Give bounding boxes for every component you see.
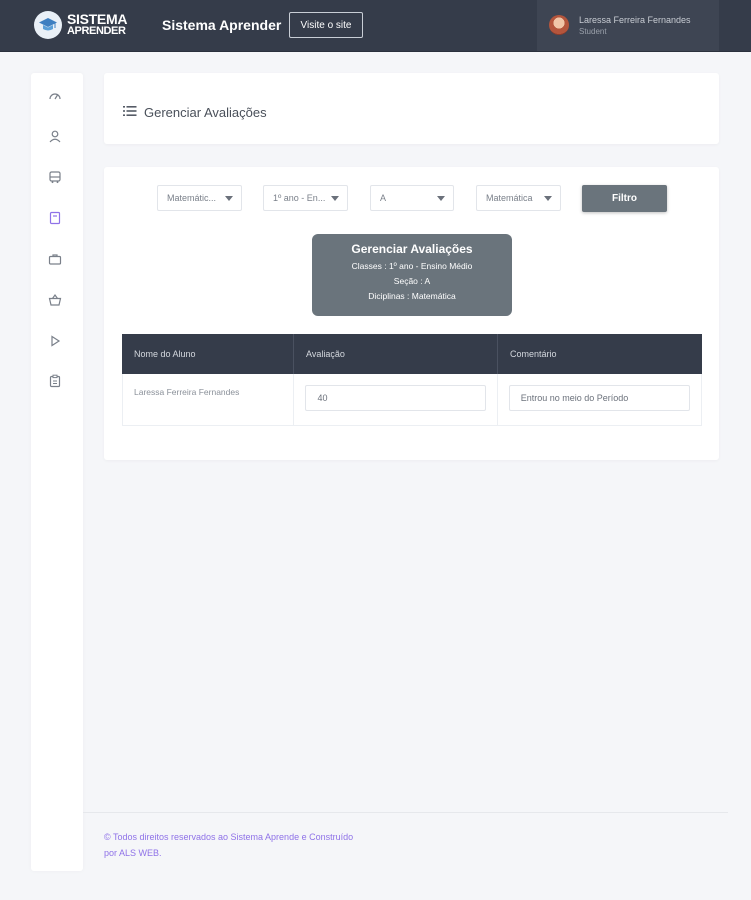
logo-text-line2: APRENDER	[67, 25, 126, 37]
column-header-student: Nome do Aluno	[134, 349, 196, 359]
clipboard-icon[interactable]	[48, 374, 62, 388]
play-icon[interactable]	[48, 334, 62, 348]
evaluations-card: Matemátic... 1º ano - En... A Matemática…	[104, 167, 719, 460]
chevron-down-icon	[544, 196, 552, 201]
logo-text-line1: SISTEMA	[67, 11, 128, 27]
user-name: Laressa Ferreira Fernandes	[579, 15, 691, 25]
graduation-cap-icon	[34, 11, 62, 39]
column-header-comment: Comentário	[497, 334, 702, 374]
briefcase-icon[interactable]	[48, 252, 62, 266]
info-box-section: Seção : A	[393, 276, 431, 286]
logo[interactable]: SISTEMA APRENDER	[34, 11, 127, 39]
info-box: Gerenciar Avaliações Classes : 1º ano - …	[312, 234, 512, 316]
bus-icon[interactable]	[48, 170, 62, 184]
subject-select[interactable]: Matemátic...	[157, 185, 242, 211]
evaluations-table: Nome do Aluno Avaliação Comentário Lares…	[122, 334, 702, 426]
column-header-grade: Avaliação	[293, 334, 497, 374]
subject-select-value: Matemátic...	[167, 193, 217, 203]
avatar	[549, 15, 569, 35]
chevron-down-icon	[331, 196, 339, 201]
book-icon[interactable]	[48, 211, 62, 225]
list-icon	[123, 104, 137, 116]
grade-input[interactable]: 40	[305, 385, 487, 411]
discipline-select[interactable]: Matemática	[476, 185, 561, 211]
footer-divider	[83, 812, 728, 813]
footer: © Todos direitos reservados ao Sistema A…	[104, 829, 353, 861]
footer-copyright: © Todos direitos reservados ao Sistema A…	[104, 832, 354, 842]
info-box-title: Gerenciar Avaliações	[351, 242, 473, 256]
dashboard-gauge-icon[interactable]	[48, 89, 62, 103]
class-select-value: 1º ano - En...	[273, 193, 326, 203]
app-title: Sistema Aprender	[162, 17, 282, 33]
class-select[interactable]: 1º ano - En...	[263, 185, 348, 211]
chevron-down-icon	[437, 196, 445, 201]
info-box-classes: Classes : 1º ano - Ensino Médio	[351, 261, 473, 271]
basket-icon[interactable]	[48, 293, 62, 307]
comment-input[interactable]: Entrou no meio do Período	[508, 385, 690, 411]
table-header: Nome do Aluno Avaliação Comentário	[122, 334, 702, 374]
visit-site-button[interactable]: Visite o site	[289, 12, 363, 38]
page-header-card: Gerenciar Avaliações	[104, 73, 719, 144]
filter-button[interactable]: Filtro	[582, 185, 667, 212]
table-row: Laressa Ferreira Fernandes 40 Entrou no …	[122, 374, 702, 426]
info-box-disciplines: Diciplinas : Matemática	[368, 291, 456, 301]
footer-credit-link[interactable]: por ALS WEB.	[104, 845, 353, 861]
discipline-select-value: Matemática	[486, 193, 533, 203]
user-menu[interactable]: Laressa Ferreira Fernandes Student	[537, 0, 719, 51]
chevron-down-icon	[225, 196, 233, 201]
section-select[interactable]: A	[370, 185, 454, 211]
top-navbar: SISTEMA APRENDER Sistema Aprender Visite…	[0, 0, 751, 52]
section-select-value: A	[380, 193, 387, 203]
page-title: Gerenciar Avaliações	[144, 105, 267, 120]
sidebar	[31, 73, 83, 871]
user-role: Student	[579, 27, 607, 36]
student-name: Laressa Ferreira Fernandes	[134, 387, 240, 397]
user-icon[interactable]	[48, 129, 62, 143]
